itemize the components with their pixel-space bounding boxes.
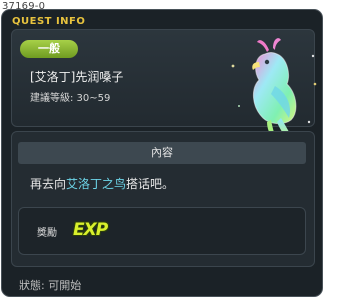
content-panel: 內容 再去向艾洛丁之鸟搭话吧。 獎勵 EXP	[11, 131, 315, 267]
description-text-before: 再去向	[30, 177, 67, 191]
bird-illustration-icon	[231, 38, 317, 142]
reward-label: 獎勵	[37, 228, 57, 239]
quest-name: [艾洛丁]先润嗓子	[30, 70, 124, 84]
window-title: QUEST INFO	[12, 16, 86, 27]
content-section-title: 內容	[18, 142, 306, 164]
description-text-after: 搭话吧。	[126, 177, 175, 191]
quest-type-badge: 一般	[20, 40, 78, 58]
quest-description: 再去向艾洛丁之鸟搭话吧。	[30, 175, 174, 192]
exp-icon: EXP	[73, 220, 108, 240]
npc-name-link[interactable]: 艾洛丁之鸟	[66, 177, 126, 191]
quest-header-panel: 一般 [艾洛丁]先润嗓子 建議等級: 30~59	[11, 29, 317, 142]
recommended-level: 建議等級: 30~59	[30, 93, 111, 104]
quest-info-window: QUEST INFO 一般 [艾洛丁]先润嗓子 建議等級: 30~59 內容 再…	[1, 9, 323, 297]
reward-box: 獎勵 EXP	[18, 207, 306, 255]
quest-status: 狀態: 可開始	[19, 279, 82, 292]
